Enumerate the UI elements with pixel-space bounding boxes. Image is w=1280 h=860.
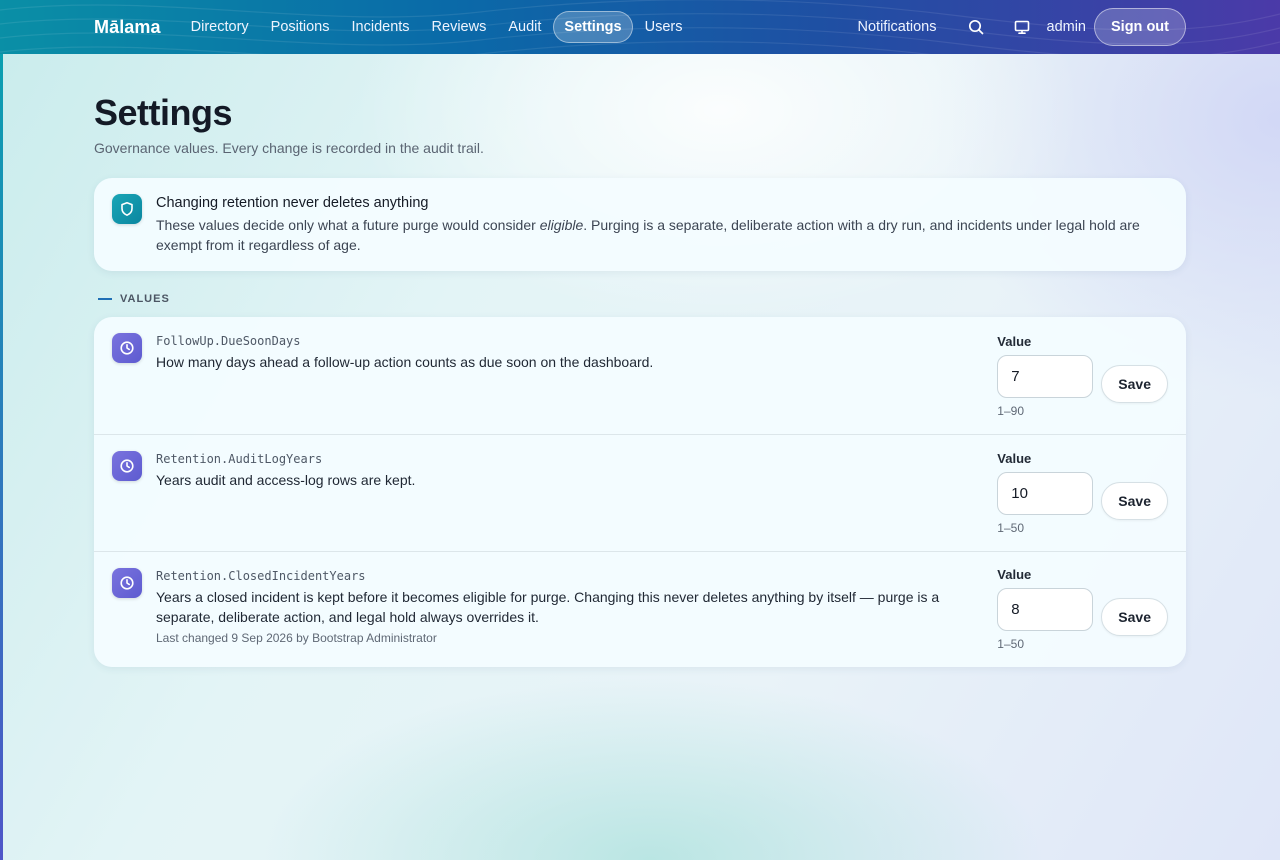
setting-key: Retention.ClosedIncidentYears — [156, 569, 366, 583]
save-button[interactable]: Save — [1101, 365, 1168, 403]
notifications-link[interactable]: Notifications — [858, 19, 937, 35]
setting-description: Years audit and access-log rows are kept… — [156, 472, 416, 488]
notice-body: These values decide only what a future p… — [156, 215, 1168, 255]
setting-key: FollowUp.DueSoonDays — [156, 334, 301, 348]
value-range-hint: 1–90 — [997, 404, 1024, 418]
retention-notice-card: Changing retention never deletes anythin… — [94, 178, 1186, 271]
setting-value-input[interactable] — [997, 355, 1094, 398]
setting-row-followup-due-soon-days: FollowUp.DueSoonDays How many days ahead… — [94, 317, 1186, 434]
setting-value-input[interactable] — [997, 588, 1094, 631]
brand-logo[interactable]: Mālama — [94, 17, 161, 38]
setting-value-input[interactable] — [997, 472, 1094, 515]
save-button[interactable]: Save — [1101, 482, 1168, 520]
setting-row-retention-closed-incident-years: Retention.ClosedIncidentYears Years a cl… — [94, 551, 1186, 667]
notice-title: Changing retention never deletes anythin… — [156, 195, 429, 211]
left-accent-rail — [0, 54, 3, 860]
setting-description: How many days ahead a follow-up action c… — [156, 354, 654, 370]
last-changed-meta: Last changed 9 Sep 2026 by Bootstrap Adm… — [156, 631, 437, 645]
nav-item-positions[interactable]: Positions — [261, 12, 340, 42]
save-button[interactable]: Save — [1101, 598, 1168, 636]
value-range-hint: 1–50 — [997, 521, 1024, 535]
nav-item-audit[interactable]: Audit — [498, 12, 551, 42]
settings-values-list: FollowUp.DueSoonDays How many days ahead… — [94, 317, 1186, 667]
search-icon[interactable] — [967, 18, 985, 36]
value-label: Value — [997, 451, 1032, 466]
section-dash — [98, 298, 112, 300]
nav-item-users[interactable]: Users — [635, 12, 693, 42]
nav-item-reviews[interactable]: Reviews — [422, 12, 497, 42]
value-label: Value — [997, 334, 1032, 349]
clock-icon — [112, 451, 142, 481]
current-user-name: admin — [1046, 19, 1087, 35]
nav-item-settings[interactable]: Settings — [553, 11, 633, 43]
value-label: Value — [997, 567, 1032, 582]
setting-key: Retention.AuditLogYears — [156, 452, 323, 466]
setting-description: Years a closed incident is kept before i… — [156, 589, 940, 625]
sign-out-button[interactable]: Sign out — [1094, 8, 1186, 46]
section-label-text: VALUES — [120, 293, 170, 305]
top-navigation-bar: Mālama Directory Positions Incidents Rev… — [0, 0, 1280, 54]
monitor-icon[interactable] — [1013, 18, 1031, 36]
clock-icon — [112, 333, 142, 363]
nav-item-incidents[interactable]: Incidents — [342, 12, 420, 42]
page-subtitle: Governance values. Every change is recor… — [94, 140, 484, 156]
section-label-values: VALUES — [98, 293, 1186, 305]
main-nav: Directory Positions Incidents Reviews Au… — [181, 11, 693, 43]
clock-icon — [112, 568, 142, 598]
main-content: Settings Governance values. Every change… — [94, 54, 1186, 667]
page-title: Settings — [94, 92, 233, 133]
notice-body-start: These values decide only what a future p… — [156, 217, 540, 233]
nav-item-directory[interactable]: Directory — [181, 12, 259, 42]
notice-body-emphasis: eligible — [539, 217, 584, 233]
shield-icon — [112, 194, 142, 224]
setting-row-retention-audit-log-years: Retention.AuditLogYears Years audit and … — [94, 434, 1186, 551]
value-range-hint: 1–50 — [997, 637, 1024, 651]
